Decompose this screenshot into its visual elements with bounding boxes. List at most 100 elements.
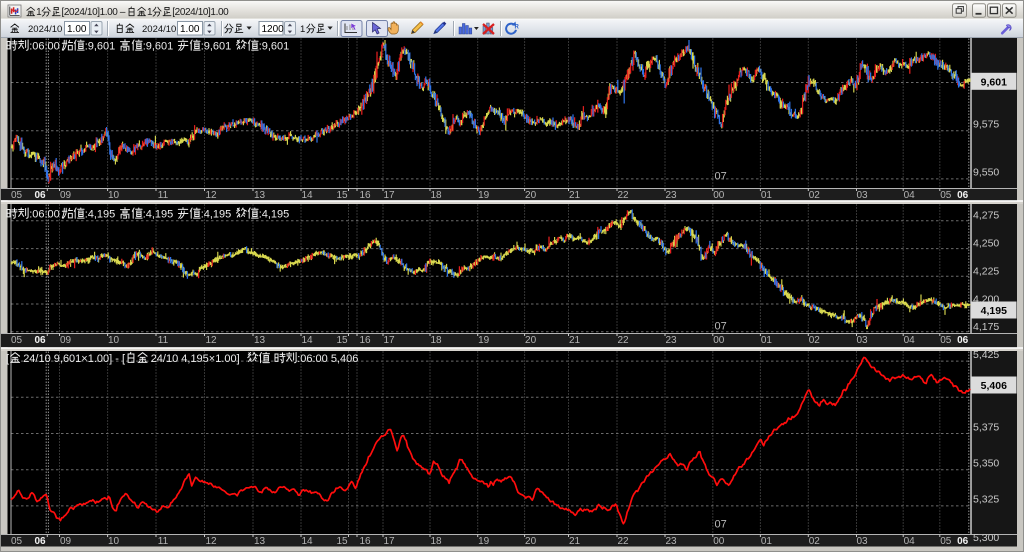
svg-text:04: 04 [904,335,916,346]
svg-text:06: 06 [957,335,969,346]
svg-text:18: 18 [430,335,442,346]
svg-text:18: 18 [430,536,442,547]
svg-text:05: 05 [11,190,23,201]
svg-text:24/10 9,601×1.00] - [: 24/10 9,601×1.00] - [ [23,353,125,365]
svg-text:4,250: 4,250 [973,237,999,249]
svg-text::9,601: :9,601 [143,40,174,52]
svg-text:18: 18 [430,190,442,201]
svg-text:16: 16 [359,536,371,547]
svg-text:03: 03 [856,190,868,201]
svg-text:19: 19 [478,335,490,346]
svg-text:R: R [515,25,520,31]
svg-text::4,195: :4,195 [201,208,232,220]
svg-text:5,350: 5,350 [973,458,999,470]
svg-text:01: 01 [761,536,773,547]
svg-text::4,195: :4,195 [143,208,174,220]
svg-text:11: 11 [158,536,169,547]
svg-text:4,175: 4,175 [973,321,999,333]
svg-text:05: 05 [940,536,952,547]
svg-text:09: 09 [60,190,72,201]
svg-text:21: 21 [569,190,581,201]
svg-text:14: 14 [301,536,313,547]
svg-text:12: 12 [205,190,217,201]
svg-text:04: 04 [904,536,916,547]
svg-text:20: 20 [525,190,537,201]
svg-text:13: 13 [254,190,266,201]
svg-text::4,195: :4,195 [259,208,290,220]
svg-text:5,300: 5,300 [973,532,999,544]
svg-text:15: 15 [336,190,348,201]
svg-text:01: 01 [761,335,773,346]
svg-text:06: 06 [34,335,46,346]
svg-text:1: 1 [147,7,153,18]
svg-text:02: 02 [809,536,821,547]
svg-text:1200: 1200 [262,24,285,35]
svg-text:5,375: 5,375 [973,421,999,433]
svg-text:1.00: 1.00 [67,24,87,35]
svg-text:10: 10 [108,335,120,346]
svg-text::06:00 5,406: :06:00 5,406 [297,353,358,365]
svg-text:20: 20 [525,335,537,346]
svg-text:00: 00 [713,190,725,201]
svg-text:4,275: 4,275 [973,210,999,222]
svg-text:4,195: 4,195 [981,305,1007,317]
svg-text:05: 05 [11,536,23,547]
svg-text:05: 05 [11,335,23,346]
svg-text:24/10 4,195×1.00]: 24/10 4,195×1.00] [151,353,240,365]
svg-text:9,601: 9,601 [981,77,1007,89]
svg-text:5,425: 5,425 [973,349,999,361]
svg-text:14: 14 [301,190,313,201]
svg-text:2024/10: 2024/10 [142,24,176,35]
svg-text:03: 03 [856,335,868,346]
svg-text:[2024/10]1.00: [2024/10]1.00 [172,7,229,18]
svg-text:9,550: 9,550 [973,167,999,179]
svg-text:05: 05 [940,335,952,346]
svg-text:10: 10 [108,190,120,201]
svg-text:17: 17 [383,190,395,201]
svg-text:01: 01 [761,190,773,201]
svg-text:22: 22 [617,335,629,346]
svg-text:22: 22 [617,536,629,547]
svg-text::9,601: :9,601 [201,40,232,52]
svg-text:19: 19 [478,536,490,547]
svg-text:20: 20 [525,536,537,547]
svg-text:11: 11 [158,335,169,346]
svg-text:17: 17 [383,536,395,547]
svg-text:5,325: 5,325 [973,494,999,506]
svg-text:[: [ [6,353,9,365]
svg-text:4,225: 4,225 [973,265,999,277]
svg-text::9,601: :9,601 [259,40,290,52]
svg-text:12: 12 [205,536,217,547]
svg-text:[2024/10]1.00 –: [2024/10]1.00 – [62,7,126,18]
svg-text:09: 09 [60,335,72,346]
svg-text:22: 22 [617,190,629,201]
svg-text:00: 00 [713,335,725,346]
svg-text:06: 06 [34,536,46,547]
svg-text:14: 14 [301,335,313,346]
svg-text:05: 05 [940,190,952,201]
svg-text:10: 10 [108,536,120,547]
svg-text:11: 11 [158,190,169,201]
svg-text:1.00: 1.00 [180,24,200,35]
svg-text:07: 07 [715,321,727,333]
svg-text:13: 13 [254,335,266,346]
svg-text:19: 19 [478,190,490,201]
svg-text:1: 1 [36,7,42,18]
svg-text:15: 15 [336,536,348,547]
svg-text:06: 06 [957,190,969,201]
svg-text:1: 1 [300,24,305,35]
svg-text:02: 02 [809,335,821,346]
svg-text::06:00: :06:00 [29,208,60,220]
svg-text:23: 23 [665,536,677,547]
svg-text:2024/10: 2024/10 [28,24,62,35]
svg-text:5,406: 5,406 [981,380,1007,392]
svg-text:04: 04 [904,190,916,201]
svg-text:07: 07 [715,171,727,183]
svg-text:17: 17 [383,335,395,346]
svg-text:23: 23 [665,335,677,346]
svg-text:9,575: 9,575 [973,119,999,131]
svg-text:23: 23 [665,190,677,201]
svg-text::9,601: :9,601 [85,40,116,52]
svg-text:02: 02 [809,190,821,201]
svg-text:13: 13 [254,536,266,547]
